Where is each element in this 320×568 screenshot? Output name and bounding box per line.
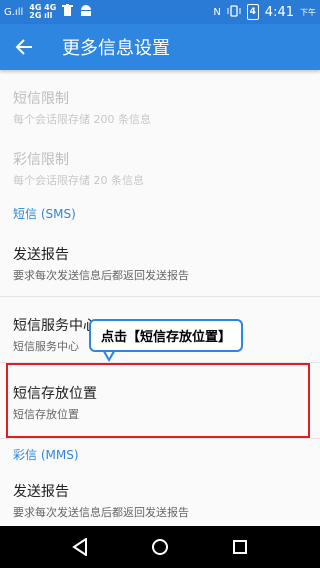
nfc-icon: N: [213, 6, 221, 18]
nav-home-button[interactable]: [140, 527, 180, 567]
item-title: 发送报告: [13, 247, 69, 263]
nav-back-button[interactable]: [60, 527, 100, 567]
back-arrow-icon: [15, 39, 32, 55]
signal-text: G.ıll: [4, 6, 24, 18]
clock-suffix: 下午: [300, 7, 316, 17]
vibrate-icon: [227, 4, 241, 20]
app-bar: 更多信息设置: [0, 24, 320, 70]
item-summary: 要求每次发送信息后都返回发送报告: [13, 269, 189, 282]
sms-limit-item: 短信限制 每个会话限存储 200 条信息: [0, 70, 320, 133]
item-summary: 每个会话限存储 200 条信息: [13, 113, 151, 126]
nav-back-icon: [72, 538, 87, 556]
mms-limit-item: 彩信限制 每个会话限存储 20 条信息: [0, 133, 320, 197]
status-bar: G.ıll 4G 4G 2G ıll N 4 4:41 下午: [0, 0, 320, 24]
navigation-bar: [0, 526, 320, 568]
item-title: 短信限制: [13, 91, 69, 107]
mms-section-header: 彩信 (MMS): [13, 447, 79, 462]
sms-section-header: 短信 (SMS): [13, 207, 76, 221]
nav-home-icon: [152, 539, 168, 555]
send-report-item[interactable]: 发送报告 要求每次发送信息后都返回发送报告: [0, 230, 320, 297]
item-summary: 每个会话限存储 20 条信息: [13, 174, 144, 187]
back-button[interactable]: [0, 24, 48, 70]
battery-icon: 4: [246, 4, 259, 20]
settings-list: 短信限制 每个会话限存储 200 条信息 彩信限制 每个会话限存储 20 条信息…: [0, 70, 320, 525]
mms-send-report-item[interactable]: 发送报告 要求每次发送信息后都返回发送报告: [0, 469, 320, 525]
nav-recents-icon: [233, 540, 247, 554]
page-title: 更多信息设置: [62, 38, 170, 59]
item-summary: 要求每次发送信息后都返回发送报告: [13, 506, 189, 519]
trash-icon: [62, 4, 74, 20]
instruction-tooltip: 点击【短信存放位置】: [89, 319, 243, 352]
android-icon: [79, 4, 93, 20]
clock-time: 4:41: [264, 4, 294, 20]
item-title: 彩信限制: [13, 152, 69, 168]
item-title: 发送报告: [13, 484, 69, 500]
highlight-box: [6, 363, 310, 438]
nav-recents-button[interactable]: [220, 527, 260, 567]
dual-signal: 4G 4G 2G ıll: [29, 3, 57, 20]
